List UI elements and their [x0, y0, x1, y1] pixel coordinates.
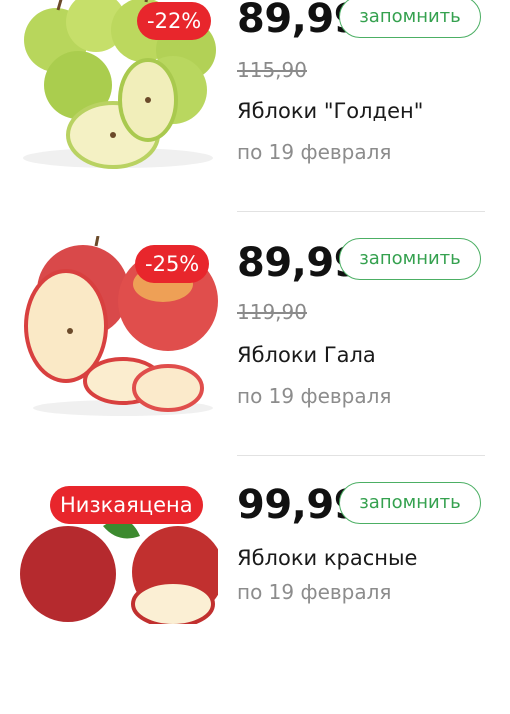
divider [237, 211, 485, 212]
discount-badge: -25% [135, 245, 210, 283]
remember-button[interactable]: запомнить [339, 482, 481, 524]
product-name: Яблоки "Голден" [237, 99, 424, 123]
discount-badge: -22% [137, 2, 212, 40]
product-name: Яблоки красные [237, 546, 418, 570]
valid-until: по 19 февраля [237, 140, 392, 164]
product-card[interactable]: -22% 89,99 запомнить 115,90 Яблоки "Голд… [0, 0, 510, 230]
valid-until: по 19 февраля [237, 384, 392, 408]
valid-until: по 19 февраля [237, 580, 392, 604]
divider [237, 455, 485, 456]
product-card[interactable]: -25% 89,99 запомнить 119,90 Яблоки Гала … [0, 230, 510, 470]
low-price-badge: Низкаяцена [50, 486, 203, 524]
old-price: 115,90 [237, 58, 307, 82]
remember-button[interactable]: запомнить [339, 238, 481, 280]
product-card[interactable]: Низкаяцена 99,99 запомнить Яблоки красны… [0, 474, 510, 714]
remember-button[interactable]: запомнить [339, 0, 481, 38]
red-apples-image[interactable] [18, 504, 224, 684]
old-price: 119,90 [237, 300, 307, 324]
product-name: Яблоки Гала [237, 343, 376, 367]
